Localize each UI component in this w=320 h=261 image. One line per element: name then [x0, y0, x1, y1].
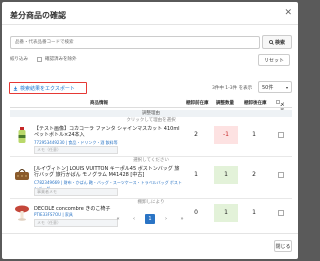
product-thumbnail: [15, 169, 29, 180]
export-label: 検索結果をエクスポート: [20, 85, 75, 92]
header-diff: 調整数量: [216, 101, 234, 106]
last-page-button[interactable]: »: [177, 214, 187, 224]
row-checkbox[interactable]: [278, 132, 284, 138]
reset-button[interactable]: リセット: [258, 54, 290, 66]
download-icon: [13, 86, 18, 91]
exclude-confirmed-checkbox[interactable]: [37, 56, 42, 62]
modal-title: 差分商品の確認: [10, 11, 66, 20]
diff-qty: 1: [214, 166, 238, 184]
export-results-button[interactable]: 検索結果をエクスポート: [9, 82, 87, 94]
search-button[interactable]: 検索: [262, 35, 292, 49]
before-qty: 2: [184, 126, 208, 144]
per-page-value: 50件: [262, 84, 274, 91]
header-select-all: メモ: [276, 100, 285, 114]
header-product: 商品情報: [90, 101, 108, 106]
result-count: 3件中 1-3件 を表示: [212, 86, 253, 91]
row-checkbox[interactable]: [278, 172, 284, 178]
next-page-button[interactable]: ›: [161, 214, 171, 224]
chevron-down-icon: ▾: [285, 84, 288, 90]
search-icon: [269, 39, 274, 45]
table-header: 商品情報 棚卸前在庫 調整数量 棚卸後在庫 メモ: [10, 98, 292, 114]
before-qty: 1: [194, 171, 198, 178]
search-input[interactable]: [10, 36, 260, 49]
product-thumbnail: [18, 127, 26, 143]
exclude-confirmed-label: 確認済みを除外: [45, 57, 77, 62]
pagination: « ‹ 1 › »: [2, 214, 298, 224]
reason-hint[interactable]: クリックして理由を選択: [10, 117, 292, 124]
search-button-label: 検索: [274, 39, 285, 46]
filter-row: 絞り込み 確認済みを除外: [10, 56, 77, 62]
per-page-select[interactable]: 50件 ▾: [258, 81, 292, 93]
memo-input[interactable]: 事業者メモ: [34, 188, 118, 196]
first-page-button[interactable]: «: [113, 214, 123, 224]
footer-divider: [2, 233, 298, 234]
after-qty: 2: [252, 171, 256, 178]
header-divider: [2, 24, 298, 25]
header-before: 棚卸前在庫: [186, 101, 209, 106]
product-name[interactable]: 【テスト画像】コカコーラ ファンタ シャインマスカット 410ml ペットボトル…: [34, 126, 184, 138]
diff-products-modal: 差分商品の確認 ✕ 検索 絞り込み 確認済みを除外 リセット 検索結果をエクスポ…: [2, 2, 298, 259]
product-name[interactable]: [ルイヴィトン] LOUIS VUITTON キーポル45 ボストンバッグ 旅行…: [34, 166, 184, 178]
filter-label: 絞り込み: [10, 57, 28, 62]
memo-input[interactable]: メモ（任意）: [34, 146, 118, 154]
reason-select[interactable]: 選択してください: [10, 157, 292, 164]
after-qty: 1: [252, 131, 256, 138]
close-button[interactable]: 閉じる: [274, 240, 292, 252]
prev-page-button[interactable]: ‹: [129, 214, 139, 224]
page-1-button[interactable]: 1: [145, 214, 155, 224]
close-icon[interactable]: ✕: [284, 8, 292, 18]
header-after: 棚卸後在庫: [244, 101, 267, 106]
adjust-reason-row: 調整理由: [10, 110, 292, 117]
diff-qty: -1: [214, 126, 238, 144]
